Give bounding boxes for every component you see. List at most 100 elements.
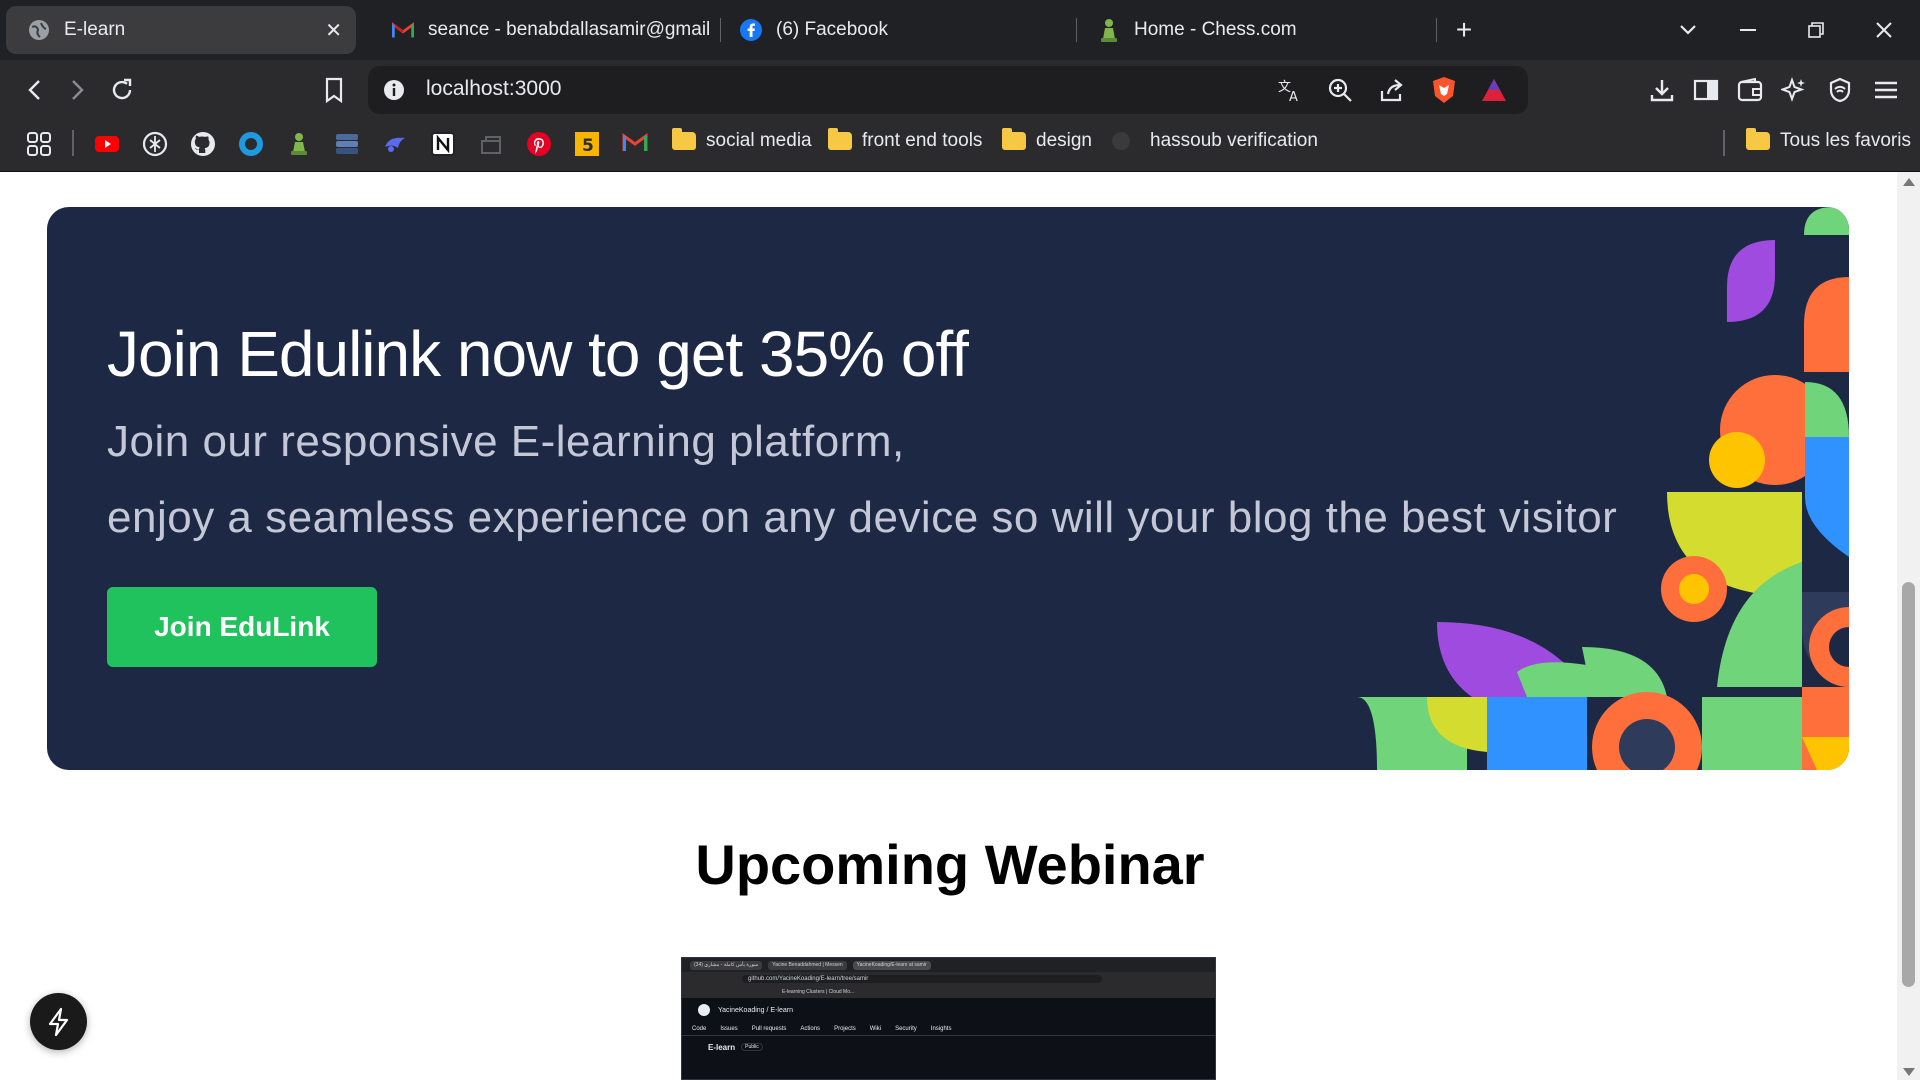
circle-app-icon[interactable] xyxy=(238,131,264,157)
thumb-tab: Yacine Benaddahmed | Messen xyxy=(768,960,847,970)
gmail-icon[interactable] xyxy=(622,131,648,157)
bookmark-folder-social-media[interactable]: social media xyxy=(672,128,812,152)
bookmark-folder-design[interactable]: design xyxy=(1002,128,1092,152)
all-bookmarks-folder[interactable]: Tous les favoris xyxy=(1746,128,1911,152)
translate-icon[interactable]: 文A xyxy=(1276,76,1304,104)
scroll-down-arrow-icon[interactable] xyxy=(1903,1068,1915,1076)
banner-title: Join Edulink now to get 35% off xyxy=(107,318,969,390)
youtube-icon[interactable] xyxy=(94,131,120,157)
globe-icon xyxy=(28,19,50,41)
pinterest-icon[interactable] xyxy=(526,131,552,157)
banner-decoration xyxy=(1357,207,1849,770)
address-text[interactable]: localhost:3000 xyxy=(426,77,561,101)
thumb-nav-item: Security xyxy=(895,1025,917,1032)
thumb-tab-strip: (34) سورة يأس كاملة - مشاري Yacine Benad… xyxy=(682,958,1215,972)
bookmark-folder-label: front end tools xyxy=(862,130,983,151)
promo-banner: Join Edulink now to get 35% off Join our… xyxy=(47,207,1849,770)
browser-toolbar: localhost:3000 文A xyxy=(0,60,1920,120)
restore-icon[interactable] xyxy=(1798,12,1834,48)
wallet-icon[interactable] xyxy=(1732,72,1768,108)
bookmark-divider xyxy=(72,130,74,156)
new-tab-button[interactable]: + xyxy=(1446,12,1482,48)
tab-title: (6) Facebook xyxy=(776,19,888,40)
share-icon[interactable] xyxy=(1378,76,1406,104)
scroll-up-arrow-icon[interactable] xyxy=(1903,178,1915,186)
thumb-address-bar: github.com/YacineKoading/E-learn/tree/sa… xyxy=(682,972,1215,986)
vpn-shield-icon[interactable] xyxy=(1822,72,1858,108)
menu-icon[interactable] xyxy=(1868,72,1904,108)
close-tab-icon[interactable]: ✕ xyxy=(325,18,342,43)
tab-title: seance - benabdallasamir@gmail.co xyxy=(428,19,710,40)
gmail-icon xyxy=(392,19,414,41)
join-edulink-button[interactable]: Join EduLink xyxy=(107,587,377,667)
lightning-action-button[interactable] xyxy=(30,993,87,1050)
bookmark-folder-front-end-tools[interactable]: front end tools xyxy=(828,128,983,152)
facebook-icon xyxy=(740,19,762,41)
page-scrollbar[interactable] xyxy=(1897,172,1920,1080)
generic-app-icon[interactable] xyxy=(478,131,504,157)
thumb-repo-badge: Public xyxy=(741,1043,763,1051)
folder-icon xyxy=(1002,128,1026,150)
banner-subtitle-line2: enjoy a seamless experience on any devic… xyxy=(107,493,1618,542)
downloads-icon[interactable] xyxy=(1644,72,1680,108)
tab-title: E-learn xyxy=(64,19,126,40)
banner-subtitle-line1: Join our responsive E-learning platform, xyxy=(107,417,905,466)
all-bookmarks-label: Tous les favoris xyxy=(1780,130,1911,151)
minimize-icon[interactable] xyxy=(1730,12,1766,48)
thumb-nav-item: Projects xyxy=(834,1025,856,1032)
page-viewport: Join Edulink now to get 35% off Join our… xyxy=(0,172,1920,1080)
thumb-nav-item: Issues xyxy=(720,1025,738,1032)
thumb-nav-item: Pull requests xyxy=(751,1025,787,1032)
folder-icon xyxy=(1746,128,1770,150)
zoom-icon[interactable] xyxy=(1326,76,1354,104)
thumb-github-header: YacineKoading / E-learn xyxy=(682,998,1215,1022)
bookmark-divider xyxy=(1723,130,1725,156)
tab-facebook[interactable]: (6) Facebook xyxy=(718,6,1058,54)
chess-icon[interactable] xyxy=(286,131,312,157)
site-info-icon[interactable] xyxy=(382,78,406,102)
tab-separator xyxy=(1436,18,1437,42)
scroll-thumb[interactable] xyxy=(1902,582,1915,987)
codeium-icon[interactable] xyxy=(382,131,408,157)
bookmark-hassoub-verification[interactable]: hassoub verification xyxy=(1112,130,1318,152)
apps-grid-icon[interactable] xyxy=(26,131,52,162)
close-window-icon[interactable] xyxy=(1866,12,1902,48)
github-icon xyxy=(698,1004,710,1016)
brave-rewards-icon[interactable] xyxy=(1480,76,1508,104)
tab-title: Home - Chess.com xyxy=(1134,19,1297,40)
brave-shield-icon[interactable] xyxy=(1430,76,1458,104)
tab-elearn[interactable]: E-learn ✕ xyxy=(6,6,356,54)
site-icon xyxy=(1112,132,1130,150)
bookmark-label: hassoub verification xyxy=(1150,130,1318,151)
thumb-github-nav: Code Issues Pull requests Actions Projec… xyxy=(682,1022,1215,1036)
github-icon[interactable] xyxy=(190,131,216,157)
bookmark-folder-label: social media xyxy=(706,130,812,151)
bookmark-page-icon[interactable] xyxy=(316,72,352,108)
webinar-video-thumbnail[interactable]: (34) سورة يأس كاملة - مشاري Yacine Benad… xyxy=(681,957,1216,1080)
tab-gmail[interactable]: seance - benabdallasamir@gmail.co xyxy=(370,6,710,54)
thumb-repo-name: E-learn xyxy=(708,1042,736,1052)
openai-icon[interactable] xyxy=(142,131,168,157)
thumb-url: github.com/YacineKoading/E-learn/tree/sa… xyxy=(742,975,1102,983)
server-icon[interactable] xyxy=(334,131,360,157)
thumb-tab: YacineKoading/E-learn at samir xyxy=(852,960,931,970)
tab-chess[interactable]: Home - Chess.com xyxy=(1076,6,1436,54)
svg-text:5: 5 xyxy=(582,136,594,156)
folder-icon xyxy=(828,128,852,150)
thumb-bookmarks: E-learning Clusters | Cloud Mo... xyxy=(682,986,1215,998)
tab-strip: E-learn ✕ seance - benabdallasamir@gmail… xyxy=(0,0,1920,60)
tab-search-icon[interactable] xyxy=(1670,12,1706,48)
thumb-tab: (34) سورة يأس كاملة - مشاري xyxy=(690,960,763,970)
leo-ai-icon[interactable] xyxy=(1776,72,1812,108)
reload-icon[interactable] xyxy=(104,72,140,108)
notion-icon[interactable] xyxy=(430,131,456,157)
html5-icon[interactable]: 5 xyxy=(574,131,600,157)
thumb-nav-item: Wiki xyxy=(869,1025,882,1032)
bookmark-folder-label: design xyxy=(1036,130,1092,151)
sidebar-icon[interactable] xyxy=(1688,72,1724,108)
thumb-nav-item: Code xyxy=(692,1025,707,1032)
address-bar[interactable]: localhost:3000 文A xyxy=(368,66,1528,114)
forward-icon[interactable] xyxy=(60,72,96,108)
thumb-repo-path: YacineKoading / E-learn xyxy=(718,1006,793,1014)
back-icon[interactable] xyxy=(16,72,52,108)
